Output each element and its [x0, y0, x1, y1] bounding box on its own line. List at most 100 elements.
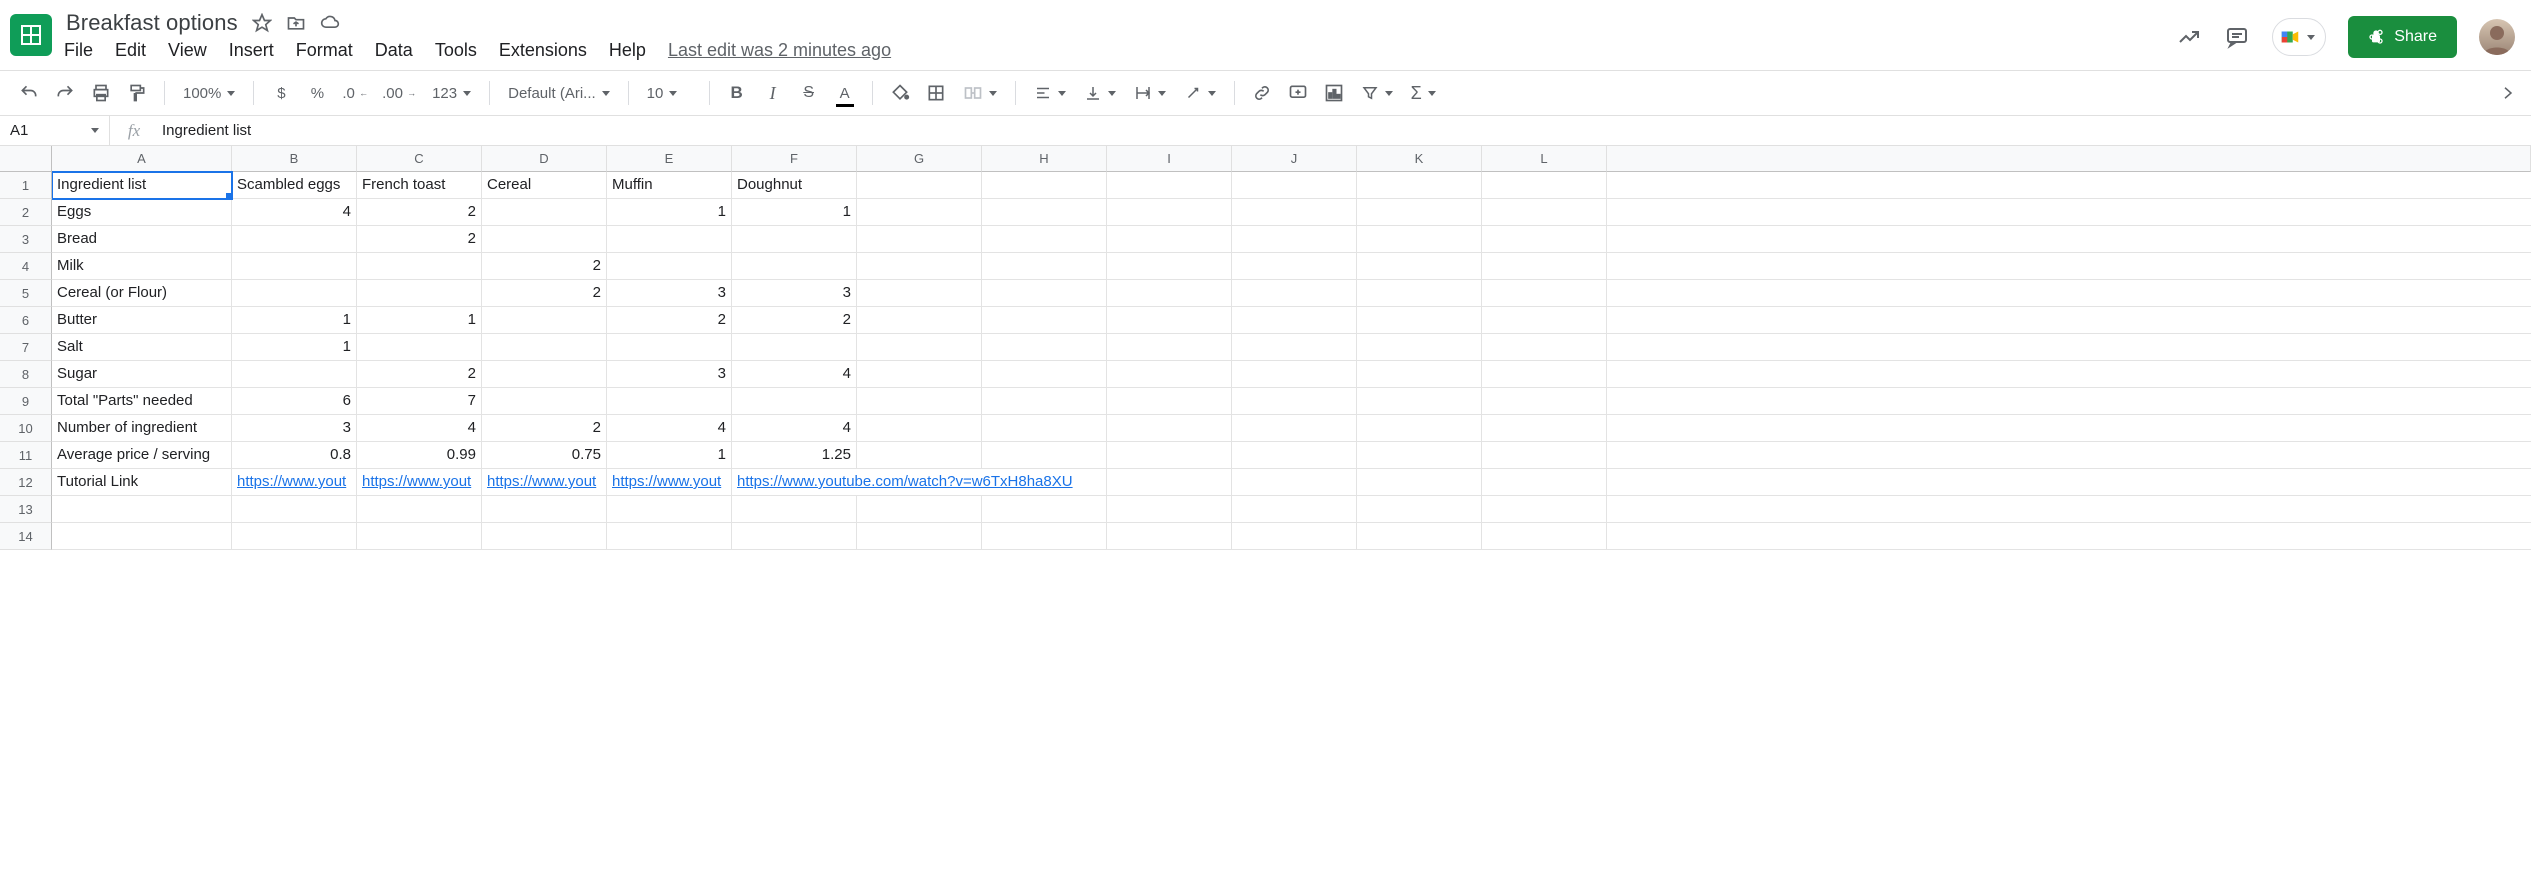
- cell[interactable]: [1232, 307, 1357, 334]
- row-header[interactable]: 7: [0, 334, 52, 361]
- cell[interactable]: Cereal: [482, 172, 607, 199]
- cell[interactable]: [732, 226, 857, 253]
- cell[interactable]: [857, 388, 982, 415]
- font-family-dropdown[interactable]: Default (Ari...: [502, 85, 616, 102]
- cell[interactable]: 4: [232, 199, 357, 226]
- column-header[interactable]: D: [482, 146, 607, 172]
- cell[interactable]: [482, 361, 607, 388]
- cell[interactable]: 1: [732, 199, 857, 226]
- text-rotation-dropdown[interactable]: [1178, 84, 1222, 102]
- cell[interactable]: [1482, 469, 1607, 496]
- meet-button[interactable]: [2272, 18, 2326, 56]
- cell[interactable]: 1: [607, 199, 732, 226]
- cell[interactable]: [1357, 334, 1482, 361]
- cell[interactable]: [1482, 226, 1607, 253]
- borders-button[interactable]: [921, 78, 951, 108]
- horizontal-align-dropdown[interactable]: [1028, 84, 1072, 102]
- cell[interactable]: [857, 307, 982, 334]
- cell[interactable]: [52, 523, 232, 550]
- cell[interactable]: [1357, 496, 1482, 523]
- column-header[interactable]: J: [1232, 146, 1357, 172]
- cell[interactable]: 0.8: [232, 442, 357, 469]
- cell[interactable]: [857, 253, 982, 280]
- cell[interactable]: [982, 199, 1107, 226]
- cell[interactable]: [1482, 442, 1607, 469]
- cell[interactable]: [232, 361, 357, 388]
- menu-view[interactable]: View: [168, 40, 207, 61]
- column-header[interactable]: I: [1107, 146, 1232, 172]
- cell[interactable]: [232, 496, 357, 523]
- cell[interactable]: [982, 415, 1107, 442]
- cell[interactable]: [857, 415, 982, 442]
- cell[interactable]: 0.99: [357, 442, 482, 469]
- cell[interactable]: Cereal (or Flour): [52, 280, 232, 307]
- cell[interactable]: [857, 523, 982, 550]
- cell[interactable]: [1357, 280, 1482, 307]
- row-header[interactable]: 12: [0, 469, 52, 496]
- cloud-status-icon[interactable]: [320, 13, 340, 33]
- cell[interactable]: [1482, 388, 1607, 415]
- print-button[interactable]: [86, 78, 116, 108]
- column-header[interactable]: E: [607, 146, 732, 172]
- cell[interactable]: 3: [232, 415, 357, 442]
- cell[interactable]: [482, 307, 607, 334]
- cell[interactable]: [607, 226, 732, 253]
- cell[interactable]: [1232, 280, 1357, 307]
- row-header[interactable]: 9: [0, 388, 52, 415]
- cell[interactable]: [982, 388, 1107, 415]
- cell[interactable]: [1232, 442, 1357, 469]
- cell[interactable]: [1482, 253, 1607, 280]
- cell[interactable]: Scambled eggs: [232, 172, 357, 199]
- cell[interactable]: [732, 496, 857, 523]
- column-header[interactable]: C: [357, 146, 482, 172]
- cell[interactable]: [1482, 199, 1607, 226]
- collapse-toolbar-icon[interactable]: [2499, 84, 2517, 102]
- cell[interactable]: [1357, 226, 1482, 253]
- font-size-dropdown[interactable]: 10: [641, 85, 697, 102]
- cell[interactable]: [482, 496, 607, 523]
- cell[interactable]: [857, 334, 982, 361]
- cell[interactable]: [1232, 523, 1357, 550]
- row-header[interactable]: 5: [0, 280, 52, 307]
- row-header[interactable]: 3: [0, 226, 52, 253]
- cell[interactable]: [857, 280, 982, 307]
- cell[interactable]: [482, 388, 607, 415]
- text-color-button[interactable]: A: [830, 78, 860, 108]
- column-header[interactable]: F: [732, 146, 857, 172]
- sheets-logo[interactable]: [10, 14, 52, 56]
- cell[interactable]: https://www.yout: [357, 469, 482, 496]
- cell[interactable]: [1232, 496, 1357, 523]
- vertical-align-dropdown[interactable]: [1078, 84, 1122, 102]
- menu-format[interactable]: Format: [296, 40, 353, 61]
- cell[interactable]: [1232, 172, 1357, 199]
- cell[interactable]: Eggs: [52, 199, 232, 226]
- insert-comment-button[interactable]: [1283, 78, 1313, 108]
- column-header[interactable]: A: [52, 146, 232, 172]
- cell[interactable]: [357, 280, 482, 307]
- insert-link-button[interactable]: [1247, 78, 1277, 108]
- cell[interactable]: [1482, 334, 1607, 361]
- cell[interactable]: Ingredient list: [52, 172, 232, 199]
- cell[interactable]: 1: [232, 334, 357, 361]
- cell[interactable]: 7: [357, 388, 482, 415]
- cell[interactable]: 2: [357, 199, 482, 226]
- column-header[interactable]: K: [1357, 146, 1482, 172]
- text-wrap-dropdown[interactable]: [1128, 84, 1172, 102]
- insert-chart-button[interactable]: [1319, 78, 1349, 108]
- cell[interactable]: [1107, 226, 1232, 253]
- cell[interactable]: 2: [607, 307, 732, 334]
- cell[interactable]: Average price / serving: [52, 442, 232, 469]
- cell[interactable]: 2: [357, 361, 482, 388]
- cell[interactable]: Bread: [52, 226, 232, 253]
- cell[interactable]: [1107, 172, 1232, 199]
- cell[interactable]: [1232, 469, 1357, 496]
- cell[interactable]: [1482, 496, 1607, 523]
- move-icon[interactable]: [286, 13, 306, 33]
- format-percent-button[interactable]: %: [302, 78, 332, 108]
- cell[interactable]: [1357, 415, 1482, 442]
- cell[interactable]: [982, 172, 1107, 199]
- cell[interactable]: [1107, 199, 1232, 226]
- column-header[interactable]: H: [982, 146, 1107, 172]
- account-avatar[interactable]: [2479, 19, 2515, 55]
- row-header[interactable]: 6: [0, 307, 52, 334]
